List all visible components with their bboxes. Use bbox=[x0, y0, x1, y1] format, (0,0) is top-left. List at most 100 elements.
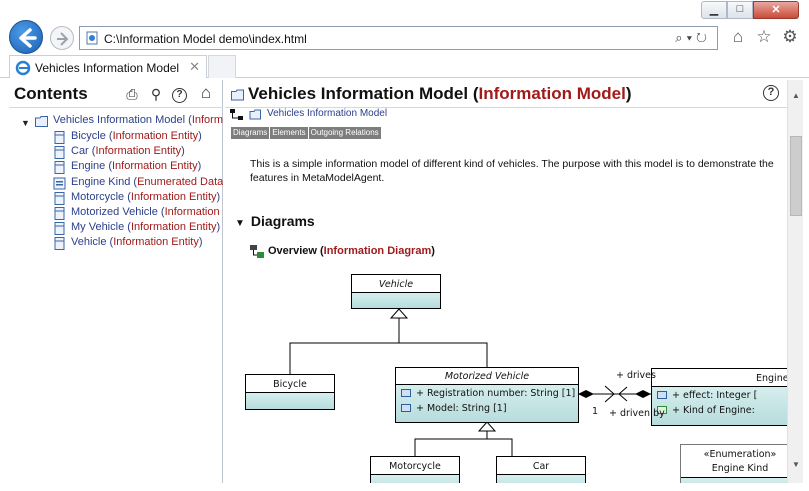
gear-icon[interactable]: ⚙ bbox=[777, 27, 803, 47]
attribute-icon bbox=[401, 404, 411, 412]
tree-item-name: My Vehicle bbox=[71, 221, 125, 234]
entity-icon bbox=[54, 161, 65, 175]
tree-item-label: Engine (Information Entity) bbox=[71, 160, 202, 173]
tree-item-label: Vehicle (Information Entity) bbox=[71, 236, 203, 249]
tree-item-kind: Information Entity bbox=[130, 190, 217, 203]
tree-item[interactable]: Engine Kind (Enumerated Data) bbox=[53, 176, 223, 191]
tab-vehicles-information-model[interactable]: Vehicles Information Model ✕ bbox=[9, 55, 207, 78]
tree-item-label: Motorized Vehicle (Information Entity) bbox=[71, 206, 223, 218]
minimize-button[interactable]: ▁ bbox=[701, 1, 727, 19]
class-car-body bbox=[497, 474, 585, 483]
attribute-text: + effect: Integer [ bbox=[672, 390, 758, 401]
tree-item-kind: Information Entity bbox=[112, 130, 199, 142]
tree-item-label: Bicycle (Information Entity) bbox=[71, 130, 202, 142]
tree-item-kind: Information Entity bbox=[95, 145, 182, 158]
class-motorcycle[interactable]: Motorcycle bbox=[370, 456, 460, 483]
scroll-down-icon[interactable]: ▼ bbox=[788, 457, 804, 473]
attribute-icon bbox=[401, 389, 411, 397]
enum-engine-kind[interactable]: «Enumeration» Engine Kind bbox=[680, 444, 787, 483]
class-vehicle[interactable]: Vehicle bbox=[351, 274, 441, 309]
tree-root-name: Vehicles Information Model bbox=[53, 114, 186, 126]
expand-toggle-icon[interactable]: ▼ bbox=[21, 118, 30, 128]
tree-item-label: My Vehicle (Information Entity) bbox=[71, 221, 221, 234]
help-icon[interactable]: ? bbox=[172, 88, 187, 103]
attribute-text: + Registration number: String [1] bbox=[416, 388, 576, 399]
tree-item[interactable]: Bicycle (Information Entity) bbox=[53, 130, 223, 145]
tree-item-kind: Information Entity bbox=[112, 160, 198, 173]
attribute-effect: + effect: Integer [ bbox=[657, 390, 757, 401]
class-engine-name: Engine bbox=[756, 373, 787, 384]
close-window-button[interactable]: ✕ bbox=[753, 1, 799, 19]
contents-header: Contents ⎙ ⚲ ? ⌂ bbox=[9, 80, 223, 108]
class-vehicle-name: Vehicle bbox=[378, 279, 414, 290]
close-icon: ✕ bbox=[771, 4, 781, 16]
tree-item[interactable]: Motorized Vehicle (Information Entity) bbox=[53, 206, 223, 221]
tree-item[interactable]: Vehicle (Information Entity) bbox=[53, 236, 223, 251]
scroll-thumb[interactable] bbox=[790, 136, 802, 216]
tree-item-name: Bicycle bbox=[71, 130, 106, 142]
browser-toolbar: ⌂ ☆ ⚙ bbox=[725, 27, 803, 47]
main-content: Vehicles Information Model (Information … bbox=[225, 80, 787, 483]
contents-title: Contents bbox=[14, 84, 88, 103]
tree-root-kind: Information Model bbox=[191, 114, 223, 126]
tree-item-name: Motorized Vehicle bbox=[71, 206, 158, 218]
scroll-up-icon[interactable]: ▲ bbox=[788, 88, 804, 104]
tree-item[interactable]: Motorcycle (Information Entity) bbox=[53, 191, 223, 206]
attribute-text: + Model: String [1] bbox=[416, 403, 507, 414]
attribute-model: + Model: String [1] bbox=[401, 403, 507, 414]
entity-icon bbox=[54, 237, 65, 251]
entity-icon bbox=[54, 191, 65, 205]
tree-item-label: Engine Kind (Enumerated Data) bbox=[71, 175, 223, 188]
enumeration-icon bbox=[53, 177, 66, 190]
tree-item[interactable]: Engine (Information Entity) bbox=[53, 160, 223, 175]
new-tab-button[interactable] bbox=[208, 55, 236, 78]
vertical-scrollbar[interactable]: ▲ ▼ bbox=[787, 80, 803, 483]
tree-root[interactable]: Vehicles Information Model (Information … bbox=[35, 114, 223, 129]
home-icon[interactable]: ⌂ bbox=[725, 27, 751, 47]
tree-item-name: Vehicle bbox=[71, 236, 107, 249]
entity-icon bbox=[54, 207, 65, 220]
enum-stereotype: «Enumeration» bbox=[703, 449, 777, 460]
class-vehicle-body bbox=[352, 292, 440, 308]
url-text: C:\Information Model demo\index.html bbox=[104, 32, 307, 46]
tree-item-name: Motorcycle bbox=[71, 190, 125, 203]
maximize-icon: □ bbox=[736, 3, 744, 15]
label-driven-by: + driven by bbox=[609, 408, 665, 419]
class-bicycle-name: Bicycle bbox=[273, 379, 307, 390]
label-multiplicity: 1 bbox=[592, 406, 599, 417]
arrow-left-icon bbox=[19, 28, 37, 48]
back-button[interactable] bbox=[9, 20, 43, 54]
tree-item-label: Car (Information Entity) bbox=[71, 145, 185, 158]
class-motorized-name: Motorized Vehicle bbox=[444, 371, 530, 382]
search-icon[interactable]: ⚲ bbox=[147, 86, 165, 104]
navigation-bar: C:\Information Model demo\index.html ⌕▾↻… bbox=[0, 18, 809, 54]
package-icon bbox=[35, 116, 48, 127]
class-car[interactable]: Car bbox=[496, 456, 586, 483]
class-motorized-body: + Registration number: String [1] + Mode… bbox=[396, 384, 578, 422]
class-engine[interactable]: Engine + effect: Integer [ + Kind of Eng… bbox=[651, 368, 787, 426]
tree-item-kind: Information Entity bbox=[113, 236, 199, 249]
class-bicycle[interactable]: Bicycle bbox=[245, 374, 335, 410]
ie-icon bbox=[15, 60, 31, 76]
entity-icon bbox=[54, 222, 65, 236]
address-tools[interactable]: ⌕▾↻ bbox=[675, 30, 711, 46]
page-icon bbox=[86, 31, 98, 45]
entity-icon bbox=[54, 146, 65, 160]
tree-item[interactable]: My Vehicle (Information Entity) bbox=[53, 221, 223, 236]
class-engine-body: + effect: Integer [ + Kind of Engine: bbox=[652, 386, 787, 425]
class-motorized-vehicle[interactable]: Motorized Vehicle + Registration number:… bbox=[395, 367, 579, 423]
attribute-text: + Kind of Engine: bbox=[672, 405, 755, 416]
class-motorcycle-name: Motorcycle bbox=[389, 461, 441, 472]
forward-button[interactable] bbox=[50, 26, 74, 50]
home-icon[interactable]: ⌂ bbox=[197, 83, 215, 102]
tree-item[interactable]: Car (Information Entity) bbox=[53, 145, 223, 160]
class-motorcycle-body bbox=[371, 474, 459, 483]
label-drives: + drives bbox=[616, 370, 656, 381]
tree-item-kind: Information Entity bbox=[130, 221, 217, 234]
star-icon[interactable]: ☆ bbox=[751, 27, 777, 47]
maximize-button[interactable]: □ bbox=[727, 1, 753, 19]
print-icon[interactable]: ⎙ bbox=[123, 86, 141, 104]
close-tab-icon[interactable]: ✕ bbox=[189, 59, 200, 75]
tree-item-name: Engine Kind bbox=[71, 175, 131, 188]
address-bar[interactable]: C:\Information Model demo\index.html ⌕▾↻ bbox=[79, 26, 718, 50]
